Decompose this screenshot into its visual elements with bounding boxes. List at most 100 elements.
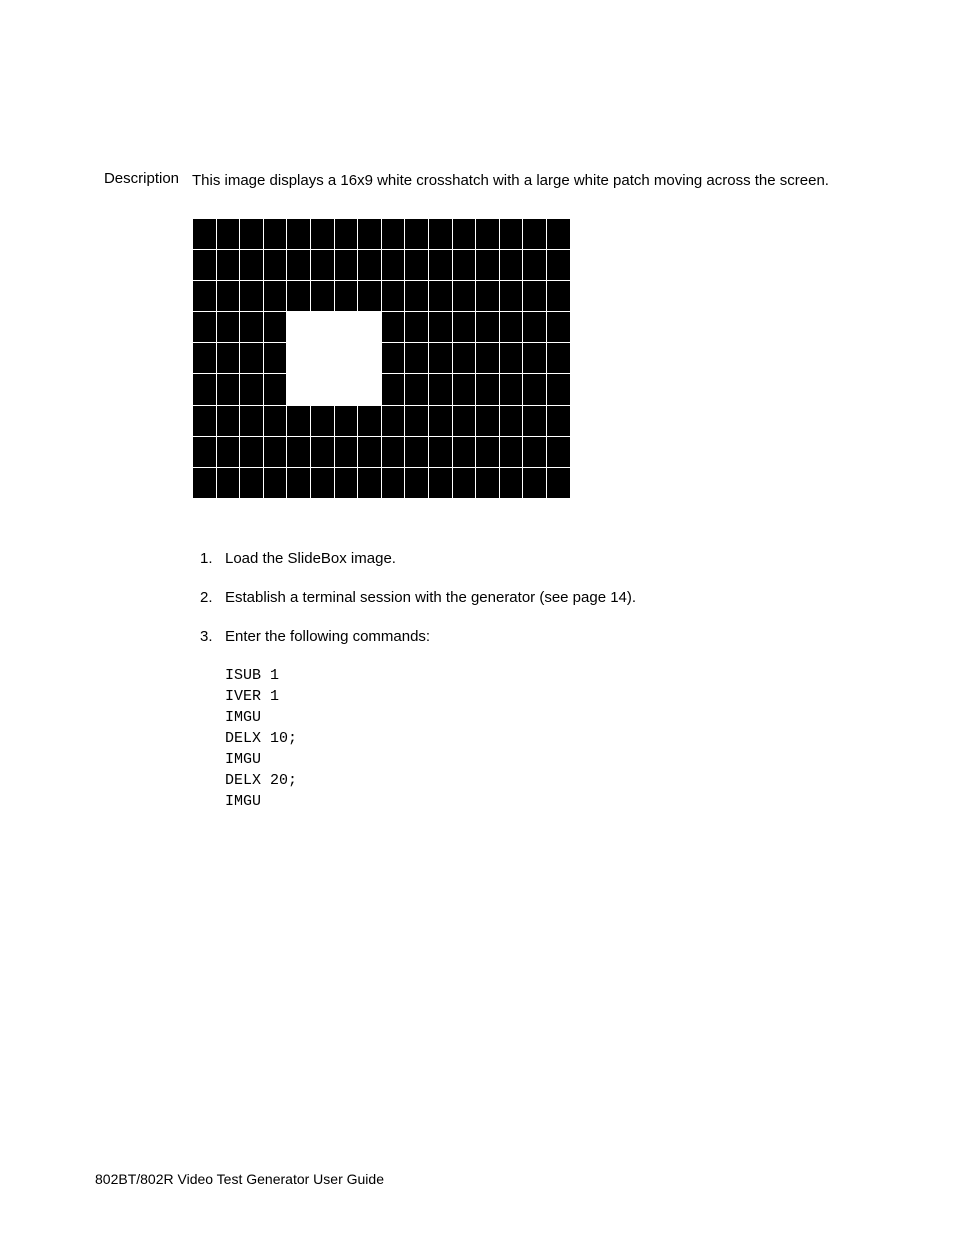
grid-cell (381, 405, 405, 436)
grid-cell (358, 343, 382, 374)
grid-cell (546, 436, 570, 467)
grid-cell (476, 436, 500, 467)
grid-cell (428, 468, 452, 499)
grid-cell (452, 249, 476, 280)
grid-cell (381, 436, 405, 467)
grid-cell (452, 312, 476, 343)
grid-cell (240, 280, 264, 311)
grid-cell (546, 280, 570, 311)
grid-cell (310, 343, 334, 374)
grid-cell (405, 218, 429, 249)
grid-cell (193, 374, 217, 405)
grid-cell (476, 405, 500, 436)
grid-cell (193, 343, 217, 374)
grid-cell (428, 374, 452, 405)
grid-cell (405, 280, 429, 311)
grid-cell (216, 249, 240, 280)
grid-cell (310, 405, 334, 436)
code-block: ISUB 1 IVER 1 IMGU DELX 10; IMGU DELX 20… (225, 665, 859, 812)
grid-cell (381, 374, 405, 405)
list-number: 2. (200, 587, 225, 608)
grid-cell (334, 436, 358, 467)
grid-cell (546, 312, 570, 343)
grid-cell (499, 218, 523, 249)
grid-cell (193, 218, 217, 249)
grid-cell (310, 280, 334, 311)
grid-cell (310, 374, 334, 405)
grid-cell (499, 343, 523, 374)
grid-cell (381, 218, 405, 249)
grid-cell (476, 374, 500, 405)
grid-cell (381, 280, 405, 311)
grid-cell (216, 405, 240, 436)
grid-cell (263, 312, 287, 343)
grid-cell (499, 280, 523, 311)
list-text: Establish a terminal session with the ge… (225, 587, 636, 608)
grid-cell (287, 343, 311, 374)
grid-cell (405, 468, 429, 499)
grid-cell (381, 468, 405, 499)
grid-cell (405, 405, 429, 436)
grid-cell (428, 405, 452, 436)
grid-cell (358, 312, 382, 343)
grid-cell (546, 374, 570, 405)
grid-cell (263, 436, 287, 467)
grid-cell (310, 436, 334, 467)
grid-cell (405, 249, 429, 280)
grid-cell (523, 312, 547, 343)
grid-cell (334, 405, 358, 436)
grid-cell (523, 468, 547, 499)
grid-cell (546, 343, 570, 374)
footer-text: 802BT/802R Video Test Generator User Gui… (95, 1171, 384, 1187)
grid-cell (263, 374, 287, 405)
grid-cell (523, 405, 547, 436)
grid-cell (287, 374, 311, 405)
grid-cell (287, 436, 311, 467)
grid-cell (546, 468, 570, 499)
grid-cell (523, 280, 547, 311)
grid-cell (310, 218, 334, 249)
grid-cell (310, 468, 334, 499)
grid-cell (452, 280, 476, 311)
grid-cell (405, 343, 429, 374)
grid-cell (428, 280, 452, 311)
grid-cell (499, 374, 523, 405)
grid-cell (287, 280, 311, 311)
grid-cell (523, 436, 547, 467)
description-text: This image displays a 16x9 white crossha… (192, 170, 859, 193)
grid-cell (546, 218, 570, 249)
grid-cell (476, 468, 500, 499)
grid-cell (334, 468, 358, 499)
grid-cell (193, 312, 217, 343)
grid-cell (452, 374, 476, 405)
grid-cell (310, 249, 334, 280)
grid-cell (334, 312, 358, 343)
grid-cell (499, 312, 523, 343)
grid-cell (452, 218, 476, 249)
list-item: 3.Enter the following commands: (200, 626, 859, 647)
grid-cell (499, 436, 523, 467)
grid-cell (452, 468, 476, 499)
grid-cell (358, 249, 382, 280)
grid-cell (452, 436, 476, 467)
grid-cell (358, 374, 382, 405)
grid-cell (381, 312, 405, 343)
grid-cell (428, 436, 452, 467)
grid-cell (263, 280, 287, 311)
grid-cell (334, 280, 358, 311)
list-item: 1.Load the SlideBox image. (200, 548, 859, 569)
grid-cell (287, 405, 311, 436)
grid-cell (358, 218, 382, 249)
grid-cell (523, 218, 547, 249)
steps-list: 1.Load the SlideBox image. 2.Establish a … (200, 548, 859, 647)
grid-cell (334, 374, 358, 405)
crosshatch-image (192, 218, 859, 504)
grid-cell (428, 218, 452, 249)
grid-cell (263, 343, 287, 374)
grid-cell (358, 436, 382, 467)
grid-cell (381, 343, 405, 374)
grid-cell (452, 343, 476, 374)
grid-cell (405, 436, 429, 467)
grid-cell (193, 405, 217, 436)
description-label: Description (95, 170, 192, 187)
